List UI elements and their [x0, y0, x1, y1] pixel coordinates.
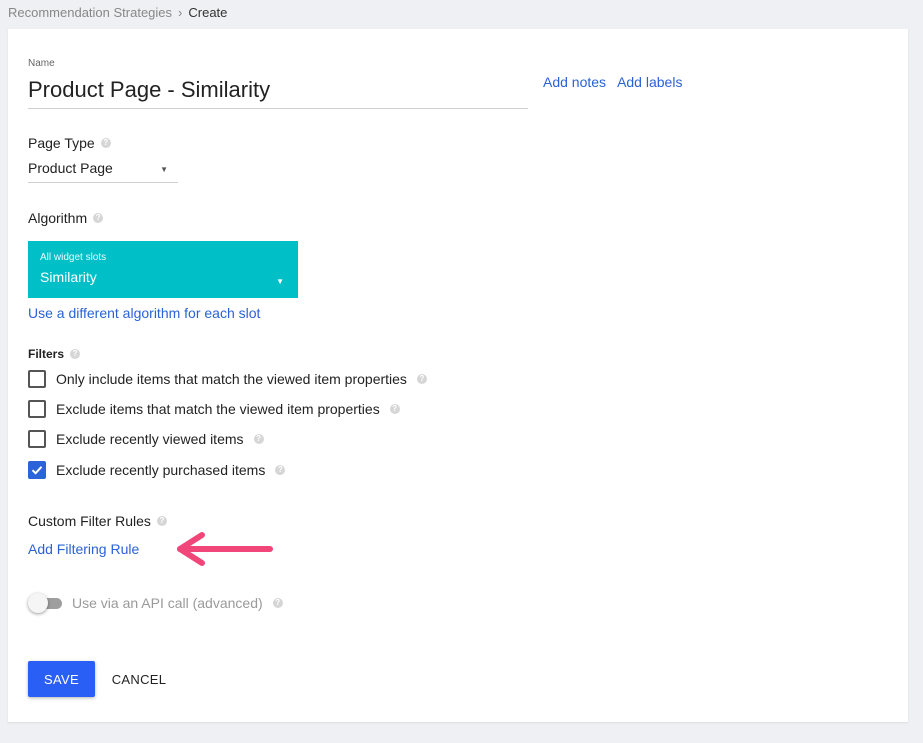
api-toggle[interactable]	[28, 593, 62, 613]
filter-label: Only include items that match the viewed…	[56, 371, 407, 387]
breadcrumb: Recommendation Strategies › Create	[8, 5, 227, 20]
different-algorithm-link[interactable]: Use a different algorithm for each slot	[28, 305, 260, 321]
name-input-value: Product Page - Similarity	[28, 77, 271, 102]
toggle-knob	[28, 593, 48, 613]
filters-label: Filters ?	[28, 347, 81, 361]
filters-label-text: Filters	[28, 347, 65, 361]
save-button[interactable]: SAVE	[28, 661, 95, 697]
page-type-label-text: Page Type	[28, 135, 95, 151]
chevron-down-icon: ▼	[160, 165, 168, 174]
filter-row[interactable]: Exclude recently purchased items ?	[28, 461, 286, 479]
help-icon[interactable]: ?	[272, 598, 283, 608]
filter-row[interactable]: Exclude items that match the viewed item…	[28, 400, 400, 418]
page-type-label: Page Type ?	[28, 135, 111, 151]
strategy-form-card: Name Product Page - Similarity Add notes…	[8, 29, 908, 722]
algorithm-label-text: Algorithm	[28, 210, 88, 226]
chevron-down-icon: ▼	[276, 277, 284, 286]
filter-row[interactable]: Exclude recently viewed items ?	[28, 430, 264, 448]
help-icon[interactable]: ?	[93, 213, 104, 223]
filter-checkbox[interactable]	[28, 430, 46, 448]
filter-checkbox[interactable]	[28, 400, 46, 418]
filter-checkbox[interactable]	[28, 370, 46, 388]
help-icon[interactable]: ?	[156, 516, 167, 526]
algorithm-slots-label: All widget slots	[40, 252, 107, 263]
breadcrumb-separator: ›	[178, 5, 183, 20]
custom-filter-rules-label-text: Custom Filter Rules	[28, 513, 151, 529]
page-type-value: Product Page	[28, 160, 113, 176]
algorithm-select[interactable]: All widget slots Similarity ▼	[28, 241, 298, 298]
filter-label: Exclude items that match the viewed item…	[56, 401, 380, 417]
arrow-left-icon	[177, 532, 273, 566]
add-filtering-rule-link[interactable]: Add Filtering Rule	[28, 541, 139, 557]
help-icon[interactable]: ?	[275, 465, 286, 475]
filter-row[interactable]: Only include items that match the viewed…	[28, 370, 427, 388]
add-notes-link[interactable]: Add notes	[543, 74, 606, 90]
filter-label: Exclude recently purchased items	[56, 462, 266, 478]
breadcrumb-current: Create	[188, 5, 228, 20]
api-toggle-label: Use via an API call (advanced)	[72, 595, 263, 611]
name-label: Name	[28, 58, 55, 69]
page-type-select[interactable]: Product Page ▼	[28, 151, 178, 183]
help-icon[interactable]: ?	[100, 138, 111, 148]
help-icon[interactable]: ?	[416, 374, 427, 384]
algorithm-label: Algorithm ?	[28, 210, 104, 226]
help-icon[interactable]: ?	[70, 349, 81, 359]
checkmark-icon	[31, 466, 43, 475]
filter-label: Exclude recently viewed items	[56, 431, 244, 447]
add-labels-link[interactable]: Add labels	[617, 74, 682, 90]
api-toggle-row: Use via an API call (advanced) ?	[28, 593, 283, 613]
help-icon[interactable]: ?	[389, 404, 400, 414]
top-links: Add notes Add labels	[543, 74, 682, 90]
algorithm-value: Similarity	[40, 269, 97, 285]
breadcrumb-parent-link[interactable]: Recommendation Strategies	[8, 5, 172, 20]
cancel-button[interactable]: CANCEL	[104, 661, 174, 697]
name-input[interactable]: Product Page - Similarity	[28, 72, 528, 109]
custom-filter-rules-label: Custom Filter Rules ?	[28, 513, 167, 529]
filter-checkbox-checked[interactable]	[28, 461, 46, 479]
help-icon[interactable]: ?	[253, 434, 264, 444]
